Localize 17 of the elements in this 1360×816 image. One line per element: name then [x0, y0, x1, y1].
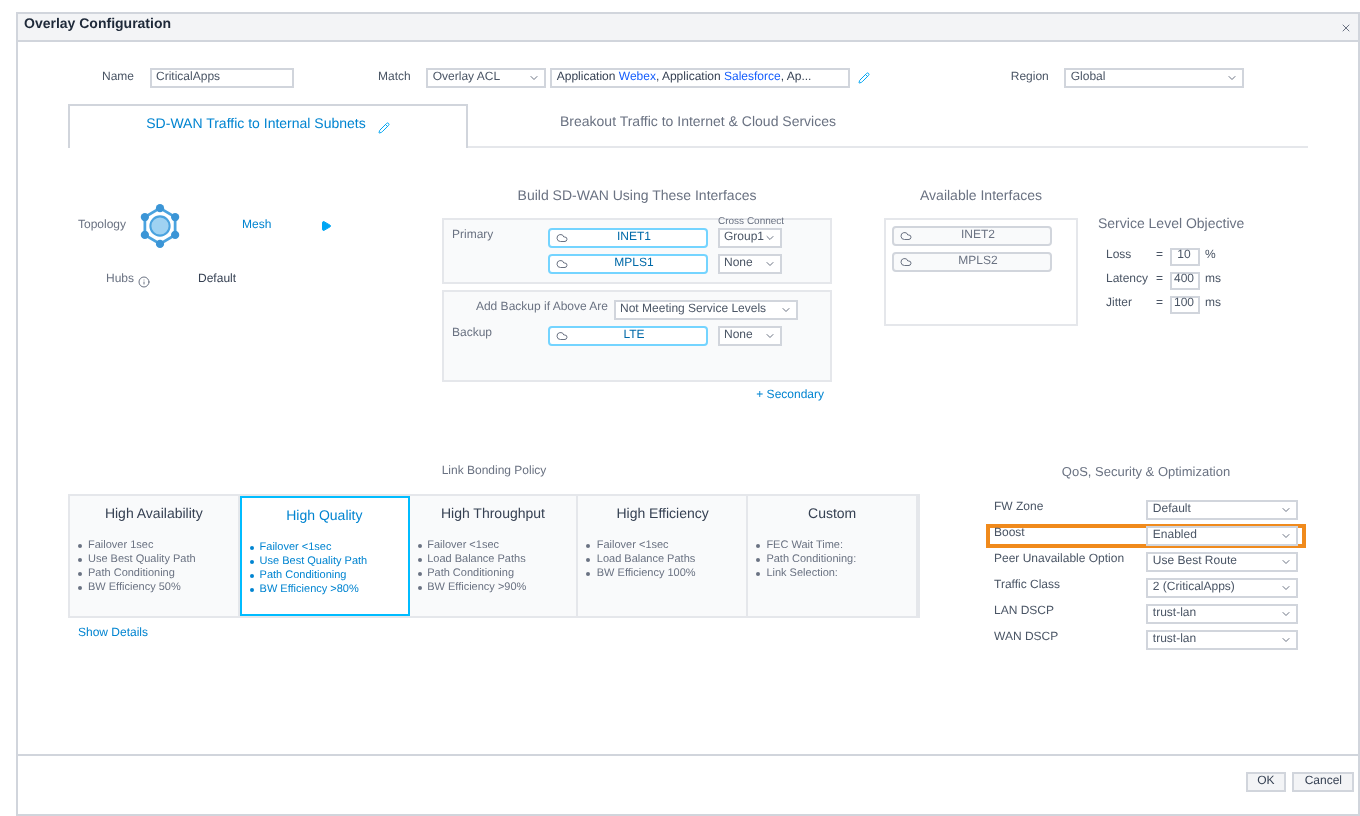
chevron-down-icon [528, 72, 541, 84]
cloud-icon [900, 255, 912, 267]
pencil-icon[interactable] [858, 72, 871, 84]
play-icon[interactable] [319, 220, 332, 232]
pencil-icon [377, 121, 390, 133]
info-icon[interactable] [138, 275, 151, 287]
chevron-down-icon [764, 257, 776, 269]
mesh-topology-icon [138, 204, 182, 248]
cloud-icon [556, 329, 568, 341]
cloud-icon [900, 229, 912, 241]
chevron-down-icon [1226, 72, 1239, 84]
chevron-down-icon [780, 303, 793, 315]
chevron-down-icon [764, 231, 776, 243]
cloud-icon [556, 257, 568, 269]
chevron-down-icon [764, 329, 776, 341]
cloud-icon [556, 231, 568, 243]
close-icon[interactable] [1340, 21, 1352, 33]
